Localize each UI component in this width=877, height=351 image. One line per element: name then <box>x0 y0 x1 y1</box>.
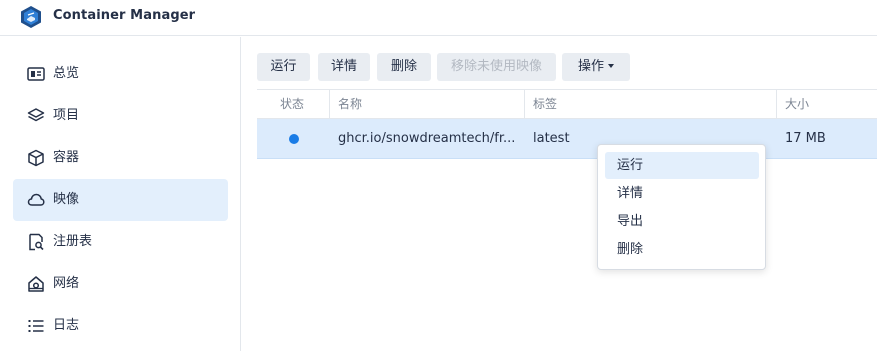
layers-icon <box>27 108 45 122</box>
column-divider[interactable] <box>776 90 777 119</box>
menu-item-delete[interactable]: 删除 <box>605 236 759 263</box>
actions-label: 操作 <box>577 59 604 74</box>
run-button[interactable]: 运行 <box>257 53 310 81</box>
delete-button[interactable]: 删除 <box>377 53 431 81</box>
sidebar-item-overview[interactable]: 总览 <box>13 53 228 95</box>
remove-unused-images-button[interactable]: 移除未使用映像 <box>437 53 556 81</box>
sidebar-item-image[interactable]: 映像 <box>13 179 228 221</box>
sidebar-item-network[interactable]: 网络 <box>13 263 228 305</box>
image-tag-cell: latest <box>533 131 570 146</box>
image-name-cell: ghcr.io/snowdreamtech/fr... <box>338 131 516 146</box>
overview-icon <box>27 67 45 81</box>
registry-search-icon <box>29 233 44 251</box>
sidebar-item-registry[interactable]: 注册表 <box>13 221 228 263</box>
caret-down-icon <box>608 63 614 68</box>
column-header-name[interactable]: 名称 <box>338 90 362 119</box>
column-divider[interactable] <box>329 90 330 119</box>
table-row[interactable]: ghcr.io/snowdreamtech/fr... latest 17 MB <box>257 119 877 159</box>
sidebar: 总览 项目 容器 映像 注册表 网络 日志 <box>0 37 241 351</box>
sidebar-item-label: 总览 <box>53 66 80 81</box>
container-manager-logo-icon <box>21 6 41 28</box>
sidebar-item-label: 注册表 <box>53 234 93 249</box>
sidebar-item-label: 日志 <box>53 318 80 333</box>
app-title: Container Manager <box>53 8 196 23</box>
cube-icon <box>28 149 44 167</box>
column-divider[interactable] <box>524 90 525 119</box>
menu-item-run[interactable]: 运行 <box>605 152 759 179</box>
sidebar-item-project[interactable]: 项目 <box>13 95 228 137</box>
sidebar-item-log[interactable]: 日志 <box>13 305 228 347</box>
column-header-tag[interactable]: 标签 <box>533 90 557 119</box>
sidebar-item-label: 网络 <box>53 276 80 291</box>
details-button[interactable]: 详情 <box>318 53 370 81</box>
menu-item-export[interactable]: 导出 <box>605 208 759 235</box>
status-running-dot <box>289 134 299 144</box>
image-size-cell: 17 MB <box>785 131 826 146</box>
column-header-status[interactable]: 状态 <box>280 90 304 119</box>
cloud-icon <box>27 193 45 206</box>
title-bar: Container Manager <box>0 0 877 36</box>
context-menu: 运行 详情 导出 删除 <box>597 144 766 270</box>
actions-dropdown-button[interactable]: 操作 <box>562 53 630 81</box>
menu-item-details[interactable]: 详情 <box>605 180 759 207</box>
sidebar-item-container[interactable]: 容器 <box>13 137 228 179</box>
sidebar-item-label: 容器 <box>53 150 80 165</box>
network-icon <box>28 276 44 292</box>
column-header-size[interactable]: 大小 <box>785 90 809 119</box>
log-list-icon <box>28 320 44 332</box>
sidebar-item-label: 项目 <box>53 108 80 123</box>
sidebar-item-label: 映像 <box>53 192 80 207</box>
table-header: 状态 名称 标签 大小 <box>257 89 877 119</box>
